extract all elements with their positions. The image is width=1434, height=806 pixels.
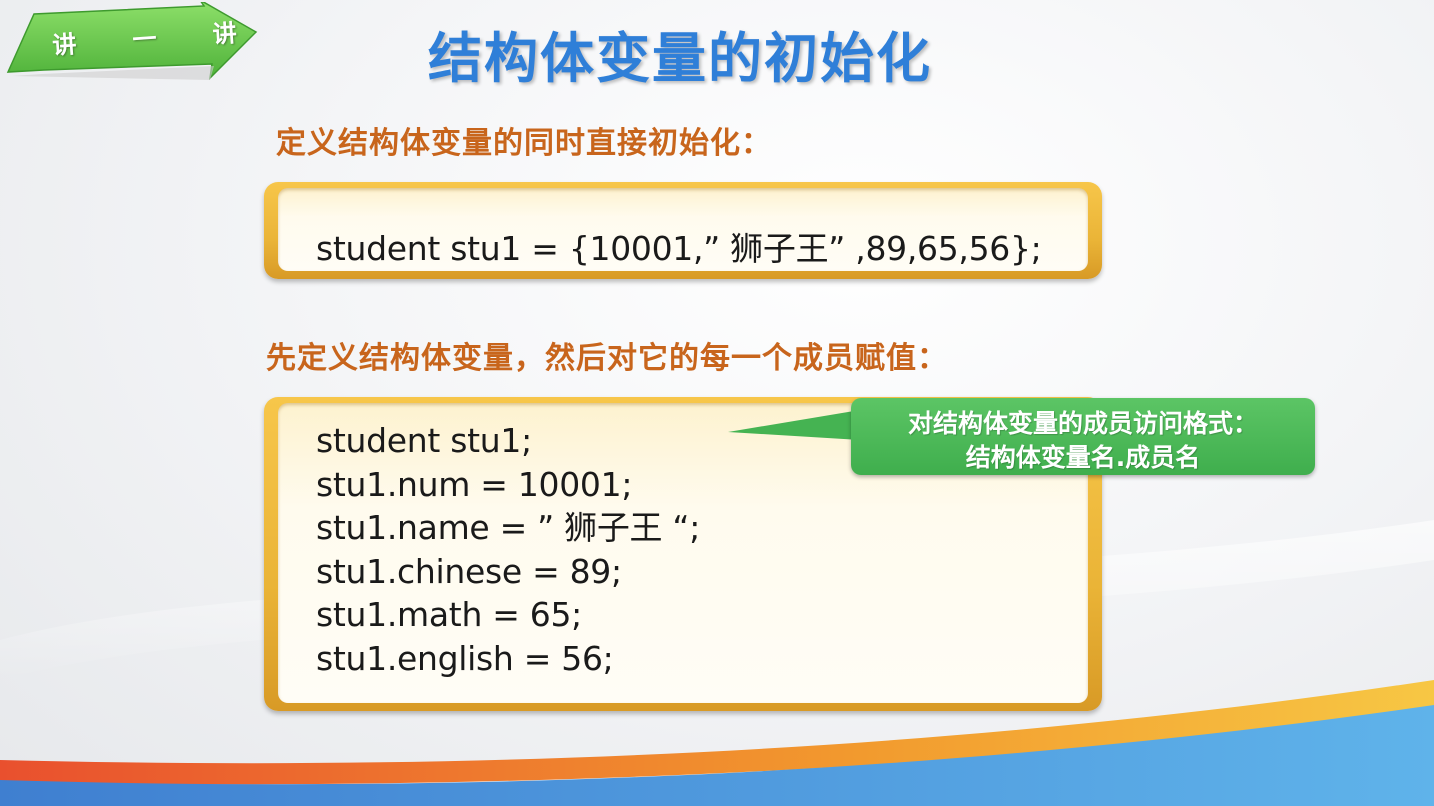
callout-text-line1: 对结构体变量的成员访问格式：	[907, 409, 1258, 438]
callout-text-line2: 结构体变量名.成员名	[965, 443, 1201, 472]
code-line: stu1.name = ” 狮子王 “;	[316, 508, 701, 547]
code-line: stu1.math = 65;	[316, 595, 582, 634]
code-line: stu1.num = 10001;	[316, 464, 633, 504]
lecture-badge: 讲 一 讲	[4, 0, 262, 98]
code-line: stu1.english = 56;	[316, 638, 614, 678]
page-title: 结构体变量的初始化	[428, 27, 932, 90]
callout-member-access: 对结构体变量的成员访问格式： 结构体变量名.成员名	[851, 398, 1315, 475]
code-line: stu1.chinese = 89;	[316, 551, 622, 591]
code-box-direct-init: student stu1 = {10001,” 狮子王” ,89,65,56};	[264, 182, 1102, 279]
code-line: student stu1;	[316, 421, 532, 460]
code-line: student stu1 = {10001,” 狮子王” ,89,65,56};	[316, 229, 1042, 268]
section1-heading: 定义结构体变量的同时直接初始化：	[276, 126, 772, 161]
section2-heading: 先定义结构体变量，然后对它的每一个成员赋值：	[266, 341, 948, 376]
code-block: student stu1; stu1.num = 10001; stu1.nam…	[316, 419, 700, 680]
slide: 讲 一 讲 结构体变量的初始化 定义结构体变量的同时直接初始化： student…	[0, 0, 1434, 806]
